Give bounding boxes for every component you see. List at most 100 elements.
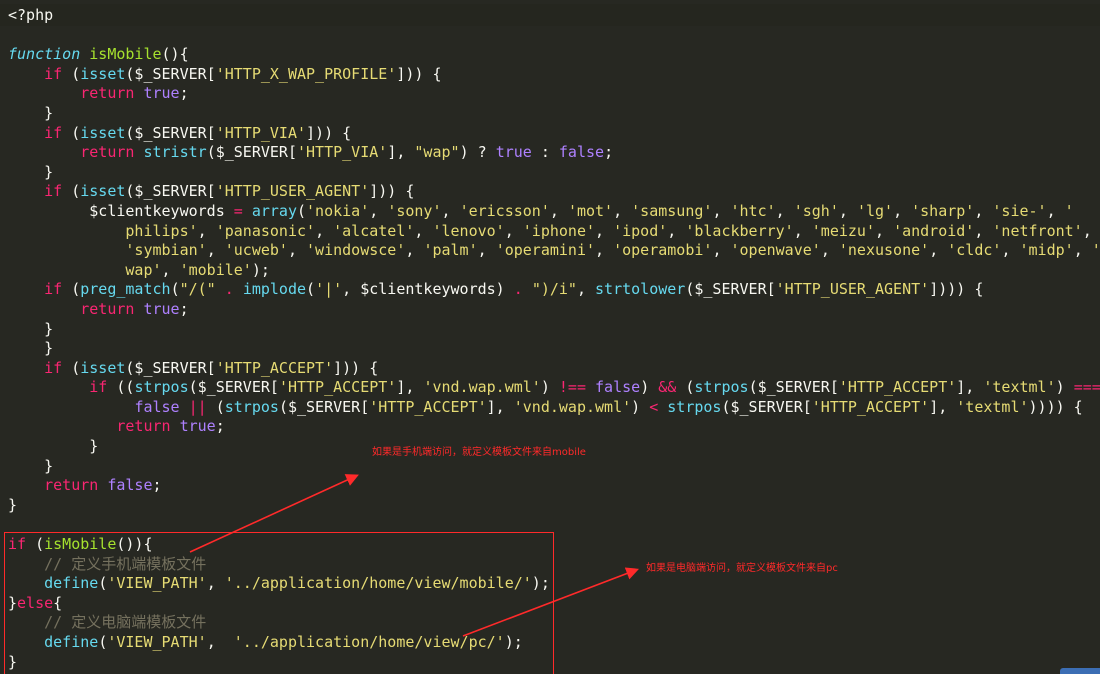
code-token: ( (62, 182, 81, 201)
code-token: . (224, 280, 234, 299)
code-token: ' (1064, 201, 1074, 220)
code-token: , (929, 241, 948, 260)
code-token: , (549, 201, 568, 220)
code-token: 'HTTP_ACCEPT' (278, 378, 397, 397)
code-line: } (8, 457, 1100, 477)
code-token: ( (676, 378, 695, 397)
code-token: , (712, 201, 731, 220)
annotation-mobile: 如果是手机端访问，就定义模板文件来自mobile (372, 447, 586, 458)
code-token: , (712, 241, 731, 260)
code-token: strpos (224, 397, 279, 416)
code-editor[interactable]: <?php function isMobile(){ if (isset($_S… (0, 0, 1100, 674)
code-token: return (80, 84, 135, 103)
code-token: } (8, 437, 99, 456)
code-token: !== (558, 378, 586, 397)
code-token: "/(" (179, 280, 216, 299)
code-token: isset (80, 123, 126, 142)
code-token: , (576, 280, 596, 299)
code-token: true (179, 417, 216, 436)
code-line: philips', 'panasonic', 'alcatel', 'lenov… (8, 222, 1100, 242)
code-token: , (477, 241, 496, 260)
code-line: } (8, 496, 1100, 516)
code-token: return (80, 143, 135, 162)
code-token: , (613, 201, 632, 220)
code-token: 'htc' (730, 201, 776, 220)
code-token: && (658, 378, 677, 397)
code-token: 'sie-' (992, 201, 1047, 220)
code-token: 'textml' (983, 378, 1056, 397)
code-token: 'lenovo' (432, 221, 505, 240)
code-token: ($_SERVER[ (125, 64, 216, 83)
code-token: , (369, 201, 388, 220)
code-token: strpos (134, 378, 189, 397)
code-line: if (isset($_SERVER['HTTP_USER_AGENT'])) … (8, 182, 1100, 202)
code-token: philips' (125, 221, 198, 240)
code-token: , (775, 201, 794, 220)
code-token: ( (62, 280, 81, 299)
code-token: isset (80, 64, 126, 83)
code-token: . (513, 280, 523, 299)
code-token: } (8, 339, 54, 358)
code-line: 'symbian', 'ucweb', 'windowsce', 'palm',… (8, 241, 1100, 261)
code-token: ]))) { (929, 280, 984, 299)
code-token: , (1082, 221, 1092, 240)
code-line: if (preg_match("/(" . implode('|', $clie… (8, 280, 1100, 300)
code-token: , (1001, 241, 1020, 260)
code-token: ( (62, 64, 81, 83)
code-token: strpos (667, 397, 722, 416)
code-token: , (414, 221, 433, 240)
code-line: } (8, 104, 1100, 124)
code-token: ' (1091, 241, 1100, 260)
code-line: } (8, 339, 1100, 359)
code-token: ])) { (306, 123, 352, 142)
code-token: , (287, 241, 307, 260)
code-token: ], (396, 378, 424, 397)
code-token: ; (179, 299, 189, 318)
code-token: ( (62, 358, 81, 377)
code-token: === (1073, 378, 1100, 397)
code-token: 'HTTP_ACCEPT' (215, 358, 334, 377)
code-token: ); (251, 260, 270, 279)
code-token: return (116, 417, 171, 436)
code-token: ($_SERVER[ (188, 378, 279, 397)
code-token: 'lg' (856, 201, 894, 220)
code-token: return (44, 476, 99, 495)
code-token: , (974, 221, 993, 240)
code-token: ) (631, 397, 650, 416)
code-token: ; (215, 417, 225, 436)
code-token: 'ucweb' (224, 241, 288, 260)
code-token: , (793, 221, 812, 240)
code-token: : (531, 143, 559, 162)
code-token: isMobile (89, 45, 162, 64)
code-token: if (89, 378, 108, 397)
code-token: <?php (8, 6, 54, 24)
code-token: 'samsung' (631, 201, 713, 220)
code-token: || (188, 397, 207, 416)
code-token: 'meizu' (811, 221, 875, 240)
code-line: if (isset($_SERVER['HTTP_X_WAP_PROFILE']… (8, 65, 1100, 85)
code-line: function isMobile(){ (8, 45, 1100, 65)
code-token: 'midp' (1019, 241, 1074, 260)
code-token: , (161, 260, 180, 279)
code-token: false (134, 397, 180, 416)
code-token: 'nokia' (306, 201, 370, 220)
code-token: , (893, 201, 912, 220)
code-token: 'HTTP_VIA' (297, 143, 388, 162)
code-line: wap', 'mobile'); (8, 261, 1100, 281)
code-token: ; (179, 84, 189, 103)
code-token: ], (956, 378, 984, 397)
code-token: 'HTTP_USER_AGENT' (215, 182, 370, 201)
code-token: 'HTTP_ACCEPT' (838, 378, 957, 397)
